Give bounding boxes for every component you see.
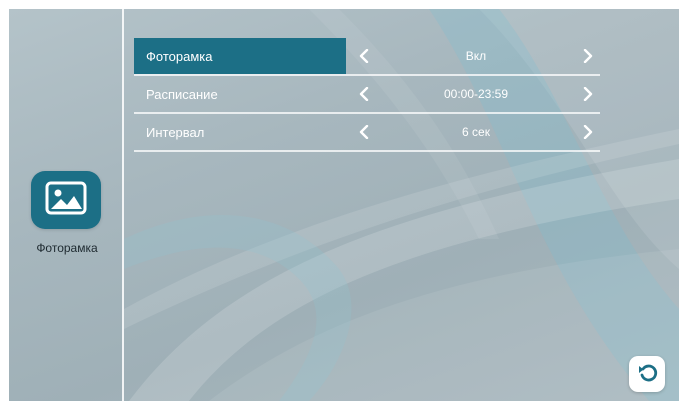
sidebar-divider [122, 9, 124, 401]
chevron-right-icon[interactable] [578, 38, 598, 74]
screen: Фоторамка Фоторамка Вкл Расписание 00:00… [9, 9, 679, 401]
chevron-right-icon[interactable] [578, 114, 598, 150]
setting-row-schedule[interactable]: Расписание 00:00-23:59 [134, 76, 600, 114]
app-label: Фоторамка [36, 241, 98, 255]
setting-label: Фоторамка [134, 38, 346, 74]
setting-value: Вкл [465, 49, 487, 63]
undo-arrow-icon [636, 361, 658, 388]
setting-row-photo-frame[interactable]: Фоторамка Вкл [134, 38, 600, 76]
chevron-left-icon[interactable] [354, 76, 374, 112]
settings-list: Фоторамка Вкл Расписание 00:00-23:59 Инт… [134, 38, 600, 152]
setting-value: 00:00-23:59 [443, 87, 509, 101]
setting-label: Интервал [146, 124, 205, 140]
setting-value: 6 сек [462, 125, 490, 139]
setting-label: Расписание [146, 86, 218, 102]
chevron-left-icon[interactable] [354, 38, 374, 74]
app-tile-photo-frame[interactable] [31, 171, 101, 229]
chevron-right-icon[interactable] [578, 76, 598, 112]
back-button[interactable] [629, 356, 665, 392]
chevron-left-icon[interactable] [354, 114, 374, 150]
setting-row-interval[interactable]: Интервал 6 сек [134, 114, 600, 152]
picture-icon [44, 180, 88, 221]
